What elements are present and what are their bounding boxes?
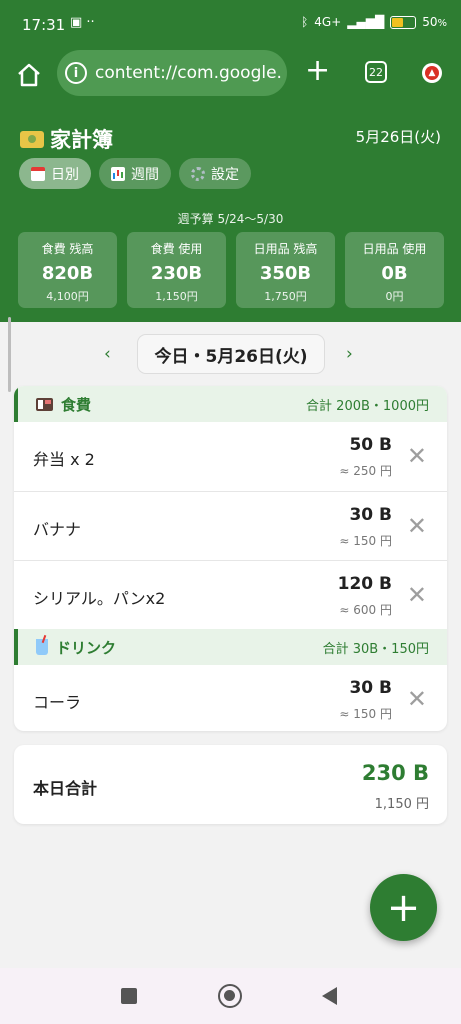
delete-icon[interactable]: ✕ xyxy=(407,583,427,607)
card-food-used: 食費 使用 230B 1,150円 xyxy=(127,232,226,308)
card-label: 食費 残高 xyxy=(41,242,94,256)
bento-icon xyxy=(36,397,53,411)
current-date-button[interactable]: 今日・5月26日(火) xyxy=(137,334,325,374)
item-yen: ≈ 600 円 xyxy=(339,603,392,617)
home-icon xyxy=(18,63,40,87)
date-navigator: ‹ 今日・5月26日(火) › xyxy=(0,334,461,374)
card-yen: 1,750円 xyxy=(264,290,307,303)
browser-toolbar: i content://com.google. + 22 ▲ xyxy=(0,50,461,106)
tab-weekly-label: 週間 xyxy=(131,166,159,183)
card-value: 820B xyxy=(41,263,94,284)
item-yen: ≈ 150 円 xyxy=(339,534,392,548)
status-time: 17:31 xyxy=(22,16,66,34)
next-day-button[interactable]: › xyxy=(346,344,353,364)
item-baht: 30 B xyxy=(349,678,392,698)
app-title: 家計簿 xyxy=(20,124,113,154)
item-yen: ≈ 150 円 xyxy=(339,707,392,721)
item-name: シリアル。パンx2 xyxy=(33,589,166,608)
money-icon xyxy=(20,130,44,148)
status-right: ᛒ 4G+ ▂▄▆█ 50% xyxy=(301,15,447,29)
system-nav-bar xyxy=(0,968,461,1024)
tab-daily-label: 日別 xyxy=(51,166,79,183)
delete-icon[interactable]: ✕ xyxy=(407,444,427,468)
new-tab-button[interactable]: + xyxy=(305,56,330,86)
item-baht: 50 B xyxy=(349,435,392,455)
prev-day-button[interactable]: ‹ xyxy=(104,344,111,364)
network-label: 4G+ xyxy=(314,15,342,29)
card-yen: 1,150円 xyxy=(155,290,198,303)
delete-icon[interactable]: ✕ xyxy=(407,687,427,711)
delete-icon[interactable]: ✕ xyxy=(407,514,427,538)
card-value: 0B xyxy=(381,263,408,284)
status-bar: 17:31 ▣ ·· ᛒ 4G+ ▂▄▆█ 50% xyxy=(0,0,461,50)
card-daily-goods-remaining: 日用品 残高 350B 1,750円 xyxy=(236,232,335,308)
add-expense-button[interactable]: + xyxy=(370,874,437,941)
info-icon[interactable]: i xyxy=(65,62,87,84)
gear-icon xyxy=(191,166,205,181)
recents-button[interactable] xyxy=(121,988,137,1004)
list-item[interactable]: 弁当 x 2 50 B ≈ 250 円 ✕ xyxy=(14,422,447,491)
category-total: 合計 30B・150円 xyxy=(322,641,429,657)
expense-list: 食費 合計 200B・1000円 弁当 x 2 50 B ≈ 250 円 ✕ バ… xyxy=(14,386,447,731)
list-item[interactable]: コーラ 30 B ≈ 150 円 ✕ xyxy=(14,665,447,731)
app-title-text: 家計簿 xyxy=(50,128,113,152)
card-value: 230B xyxy=(150,263,203,284)
signal-icon: ▂▄▆█ xyxy=(347,15,385,29)
header-date: 5月26日(火) xyxy=(355,128,441,146)
chart-icon xyxy=(111,166,125,181)
notification-icons: ▣ ·· xyxy=(70,15,95,30)
url-bar[interactable]: i content://com.google. xyxy=(57,50,287,96)
view-tabs: 日別 週間 設定 xyxy=(19,158,251,189)
budget-period: 週予算 5/24〜5/30 xyxy=(177,212,284,226)
update-button[interactable]: ▲ xyxy=(422,63,442,83)
url-text: content://com.google. xyxy=(95,63,282,83)
category-header-food: 食費 合計 200B・1000円 xyxy=(14,386,447,422)
home-nav-button[interactable] xyxy=(218,984,242,1008)
category-name: ドリンク xyxy=(36,637,116,658)
home-button[interactable] xyxy=(14,60,44,90)
app-header: 家計簿 5月26日(火) 日別 週間 設定 週予算 5/24〜5/30 食費 残… xyxy=(0,106,461,322)
bluetooth-icon: ᛒ xyxy=(301,15,309,29)
calendar-icon xyxy=(31,166,45,181)
card-daily-goods-used: 日用品 使用 0B 0円 xyxy=(345,232,444,308)
tab-switcher-button[interactable]: 22 xyxy=(365,61,387,83)
tab-settings-label: 設定 xyxy=(211,166,239,183)
category-header-drink: ドリンク 合計 30B・150円 xyxy=(14,629,447,665)
item-yen: ≈ 250 円 xyxy=(339,464,392,478)
item-name: 弁当 x 2 xyxy=(33,450,95,469)
battery-icon xyxy=(390,15,417,29)
category-total: 合計 200B・1000円 xyxy=(306,398,429,414)
daily-total: 本日合計 230 B 1,150 円 xyxy=(14,745,447,824)
card-food-remaining: 食費 残高 820B 4,100円 xyxy=(18,232,117,308)
card-value: 350B xyxy=(259,263,312,284)
item-name: バナナ xyxy=(33,520,82,539)
arrow-up-icon: ▲ xyxy=(425,66,439,80)
total-label: 本日合計 xyxy=(33,779,98,798)
card-yen: 4,100円 xyxy=(46,290,89,303)
total-yen: 1,150 円 xyxy=(374,797,429,812)
tab-daily[interactable]: 日別 xyxy=(19,158,91,189)
tab-settings[interactable]: 設定 xyxy=(179,158,251,189)
card-label: 日用品 使用 xyxy=(362,242,427,256)
card-yen: 0円 xyxy=(385,290,404,303)
card-label: 日用品 残高 xyxy=(253,242,318,256)
battery-percent: 50% xyxy=(422,15,447,29)
tab-weekly[interactable]: 週間 xyxy=(99,158,171,189)
item-name: コーラ xyxy=(33,693,82,712)
list-item[interactable]: バナナ 30 B ≈ 150 円 ✕ xyxy=(14,491,447,560)
category-name: 食費 xyxy=(36,394,91,415)
budget-cards: 食費 残高 820B 4,100円 食費 使用 230B 1,150円 日用品 … xyxy=(18,232,444,308)
item-baht: 30 B xyxy=(349,505,392,525)
list-item[interactable]: シリアル。パンx2 120 B ≈ 600 円 ✕ xyxy=(14,560,447,629)
card-label: 食費 使用 xyxy=(150,242,203,256)
total-baht: 230 B xyxy=(361,761,429,785)
back-button[interactable] xyxy=(322,987,337,1005)
item-baht: 120 B xyxy=(337,574,392,594)
drink-icon xyxy=(36,639,48,655)
